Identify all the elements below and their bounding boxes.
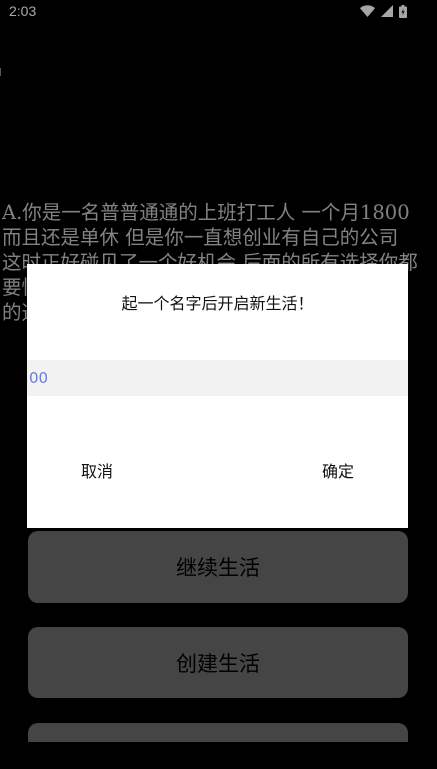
name-input[interactable] [27,360,408,396]
confirm-button[interactable]: 确定 [278,450,398,490]
name-dialog: 起一个名字后开启新生活！ 取消 确定 [27,264,408,528]
dialog-title: 起一个名字后开启新生活！ [121,294,314,313]
confirm-label: 确定 [321,462,354,481]
cancel-button[interactable]: 取消 [37,450,157,490]
cancel-label: 取消 [80,462,113,481]
name-input-container [27,360,408,396]
